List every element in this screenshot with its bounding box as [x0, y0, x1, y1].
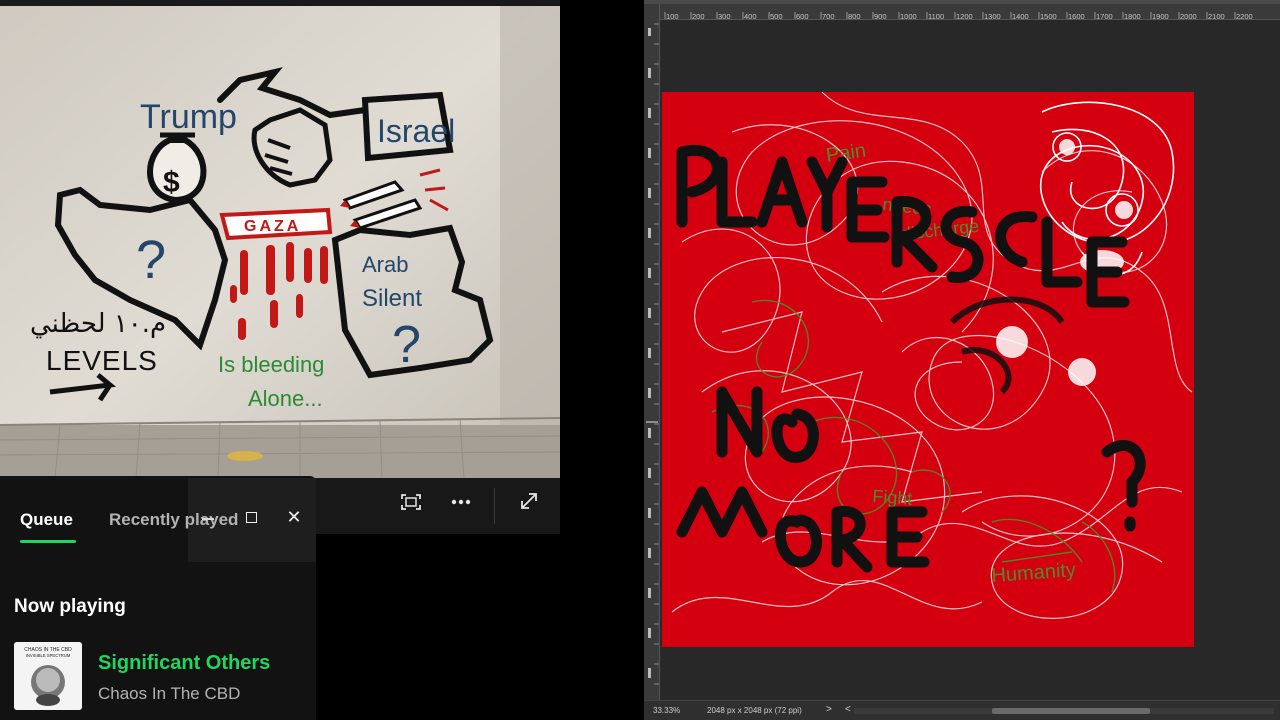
vertical-ruler[interactable] [644, 4, 660, 700]
status-menu-arrow-icon[interactable]: > [826, 704, 832, 715]
graffiti-silent: Silent [362, 285, 422, 312]
close-icon[interactable]: ✕ [284, 506, 304, 528]
mini-player-window: Trump Israel $ GAZA ? Arab Silent ? م.١٠… [0, 0, 560, 534]
tab-recently-played[interactable]: Recently played [109, 510, 238, 530]
document-canvas-area[interactable]: Pain needs discharge Humanity Fight [660, 21, 1280, 700]
drawing-canvas[interactable]: Pain needs discharge Humanity Fight [662, 92, 1194, 647]
graffiti-israel: Israel [377, 113, 455, 149]
now-playing-heading: Now playing [14, 596, 126, 617]
now-playing-artwork: Trump Israel $ GAZA ? Arab Silent ? م.١٠… [0, 0, 560, 478]
queue-panel: Queue Recently played ✕ Now playing CHAO… [0, 476, 316, 720]
scroll-left-icon[interactable]: < [845, 704, 851, 715]
graffiti-question-left: ? [136, 230, 166, 290]
graffiti-arab: Arab [362, 252, 408, 277]
album-art-thumbnail[interactable]: CHAOS IN THE CBD INVISIBLE SPECTRUM [14, 642, 82, 710]
expand-icon[interactable] [514, 491, 544, 519]
more-options-icon[interactable] [446, 491, 476, 519]
graffiti-bleeding: Is bleeding [218, 352, 324, 377]
track-title[interactable]: Significant Others [98, 652, 270, 675]
svg-text:Fight: Fight [872, 486, 913, 509]
svg-text:INVISIBLE SPECTRUM: INVISIBLE SPECTRUM [26, 653, 71, 658]
restore-icon[interactable] [246, 512, 257, 523]
minimize-icon[interactable] [202, 518, 214, 520]
track-artist[interactable]: Chaos In The CBD [98, 684, 240, 704]
fullscreen-icon[interactable] [396, 491, 426, 519]
graffiti-levels: LEVELS [46, 345, 158, 376]
active-tab-indicator [20, 540, 76, 543]
graffiti-question-right: ? [392, 316, 421, 374]
photoshop-window: 100 200 300 400 500 600 700 800 900 1000… [644, 0, 1280, 720]
toolbar-divider [494, 488, 495, 524]
status-bar: 33.33% 2048 px x 2048 px (72 ppi) > < [644, 700, 1280, 720]
zoom-level[interactable]: 33.33% [653, 706, 680, 715]
horizontal-ruler[interactable]: 100 200 300 400 500 600 700 800 900 1000… [660, 4, 1280, 20]
horizontal-scroll-thumb[interactable] [992, 708, 1150, 714]
tab-queue[interactable]: Queue [20, 510, 73, 530]
graffiti-arabic: م.١٠ لحظني [30, 309, 166, 339]
document-size: 2048 px x 2048 px (72 ppi) [707, 706, 802, 715]
graffiti-gaza: GAZA [244, 218, 301, 235]
graffiti-dollar: $ [163, 166, 180, 199]
graffiti-trump: Trump [140, 98, 237, 136]
graffiti-alone: Alone... [248, 386, 323, 411]
